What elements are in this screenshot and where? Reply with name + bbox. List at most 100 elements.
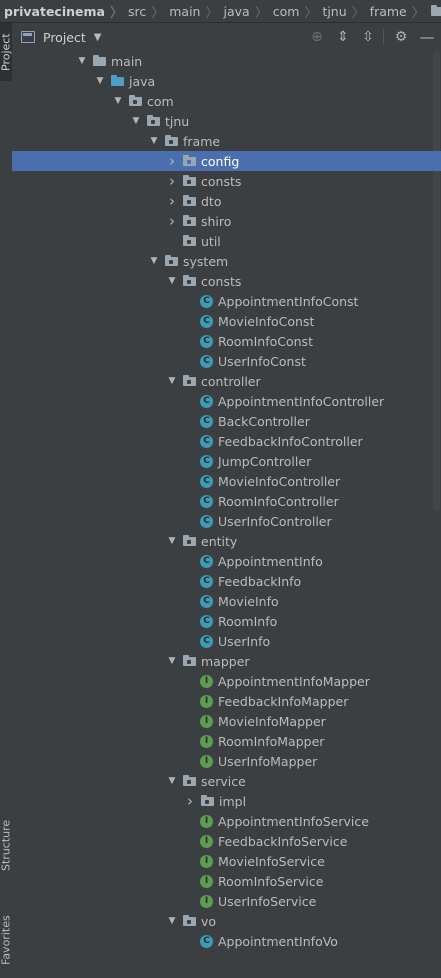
breadcrumb-item-src[interactable]: src 〉 bbox=[123, 2, 164, 21]
tree-node-RoomInfoConst[interactable]: ›CRoomInfoConst bbox=[12, 331, 441, 351]
tree-node-com[interactable]: ▼ com bbox=[12, 91, 441, 111]
chevron-down-icon[interactable]: ▼ bbox=[76, 51, 88, 71]
package-icon bbox=[182, 654, 196, 668]
tree-node-entity[interactable]: ▼ entity bbox=[12, 531, 441, 551]
tree-node-util[interactable]: ›util bbox=[12, 231, 441, 251]
breadcrumb-item-main[interactable]: main 〉 bbox=[164, 2, 218, 21]
tree-node-FeedbackInfoController[interactable]: ›CFeedbackInfoController bbox=[12, 431, 441, 451]
tree-node-AppointmentInfoVo[interactable]: ›CAppointmentInfoVo bbox=[12, 931, 441, 951]
tree-node-BackController[interactable]: ›CBackController bbox=[12, 411, 441, 431]
tree-node-UserInfoService[interactable]: ›IUserInfoService bbox=[12, 891, 441, 911]
tree-node-AppointmentInfoMapper[interactable]: ›IAppointmentInfoMapper bbox=[12, 671, 441, 691]
tree-node-consts[interactable]: › consts bbox=[12, 171, 441, 191]
chevron-right-icon[interactable]: › bbox=[166, 171, 178, 191]
chevron-down-icon[interactable]: ▼ bbox=[148, 131, 160, 151]
class-icon: C bbox=[200, 614, 213, 628]
chevron-down-icon[interactable]: ▼ bbox=[166, 531, 178, 551]
breadcrumb-label: src bbox=[127, 3, 147, 19]
tree-node-FeedbackInfoService[interactable]: ›IFeedbackInfoService bbox=[12, 831, 441, 851]
stripe-tab-favorites[interactable]: Favorites bbox=[0, 903, 13, 978]
tree-node-FeedbackInfo[interactable]: ›CFeedbackInfo bbox=[12, 571, 441, 591]
tree-node-vo[interactable]: ▼ vo bbox=[12, 911, 441, 931]
tree-node-JumpController[interactable]: ›CJumpController bbox=[12, 451, 441, 471]
chevron-down-icon[interactable]: ▼ bbox=[166, 271, 178, 291]
chevron-right-icon[interactable]: › bbox=[184, 791, 196, 811]
tree-node-controller[interactable]: ▼ controller bbox=[12, 371, 441, 391]
tree-node-shiro[interactable]: › shiro bbox=[12, 211, 441, 231]
chevron-down-icon[interactable]: ▼ bbox=[130, 111, 142, 131]
view-dropdown-arrow-icon[interactable]: ▼ bbox=[94, 32, 102, 43]
breadcrumb-item-java[interactable]: java 〉 bbox=[219, 2, 268, 21]
tree-node-label: AppointmentInfoVo bbox=[218, 933, 338, 949]
tree-node-tjnu[interactable]: ▼ tjnu bbox=[12, 111, 441, 131]
tree-node-UserInfoMapper[interactable]: ›IUserInfoMapper bbox=[12, 751, 441, 771]
tree-node-label: RoomInfoMapper bbox=[218, 733, 325, 749]
chevron-down-icon[interactable]: ▼ bbox=[166, 771, 178, 791]
tree-node-MovieInfoController[interactable]: ›CMovieInfoController bbox=[12, 471, 441, 491]
chevron-right-icon[interactable]: › bbox=[166, 191, 178, 211]
tree-node-consts[interactable]: ▼ consts bbox=[12, 271, 441, 291]
chevron-down-icon[interactable]: ▼ bbox=[166, 911, 178, 931]
chevron-down-icon[interactable]: ▼ bbox=[112, 91, 124, 111]
tree-node-MovieInfoService[interactable]: ›IMovieInfoService bbox=[12, 851, 441, 871]
chevron-down-icon[interactable]: ▼ bbox=[94, 71, 106, 91]
chevron-right-icon[interactable]: › bbox=[166, 211, 178, 231]
package-icon bbox=[164, 254, 178, 268]
tree-node-MovieInfo[interactable]: ›CMovieInfo bbox=[12, 591, 441, 611]
tree-node-label: MovieInfoService bbox=[218, 853, 325, 869]
breadcrumb-item-com[interactable]: com 〉 bbox=[268, 2, 318, 21]
tree-node-label: AppointmentInfoService bbox=[218, 813, 369, 829]
tree-node-RoomInfoController[interactable]: ›CRoomInfoController bbox=[12, 491, 441, 511]
class-icon: C bbox=[200, 554, 213, 568]
project-tree[interactable]: ▼ main ▼ java ▼ com ▼ tjnu ▼ frame › config › consts ›… bbox=[12, 51, 441, 957]
tree-node-frame[interactable]: ▼ frame bbox=[12, 131, 441, 151]
stripe-tab-structure[interactable]: Structure bbox=[0, 798, 13, 893]
breadcrumb-item-tjnu[interactable]: tjnu 〉 bbox=[317, 2, 364, 21]
tree-node-label: RoomInfo bbox=[218, 613, 278, 629]
tree-node-config[interactable]: › config bbox=[12, 151, 441, 171]
tree-node-dto[interactable]: › dto bbox=[12, 191, 441, 211]
breadcrumb-item-frame[interactable]: frame 〉 bbox=[365, 2, 425, 21]
tree-node-RoomInfoMapper[interactable]: ›IRoomInfoMapper bbox=[12, 731, 441, 751]
tree-node-UserInfoConst[interactable]: ›CUserInfoConst bbox=[12, 351, 441, 371]
package-dot bbox=[187, 380, 191, 384]
chevron-right-icon[interactable]: › bbox=[166, 151, 178, 171]
tree-node-java[interactable]: ▼ java bbox=[12, 71, 441, 91]
hide-icon[interactable]: — bbox=[417, 27, 437, 47]
tree-node-RoomInfoService[interactable]: ›IRoomInfoService bbox=[12, 871, 441, 891]
tree-node-AppointmentInfoService[interactable]: ›IAppointmentInfoService bbox=[12, 811, 441, 831]
tree-node-AppointmentInfo[interactable]: ›CAppointmentInfo bbox=[12, 551, 441, 571]
locate-icon[interactable]: ⊕ bbox=[307, 27, 327, 47]
chevron-down-icon[interactable]: ▼ bbox=[166, 371, 178, 391]
expand-all-icon[interactable]: ⇕ bbox=[333, 27, 353, 47]
tree-node-label: controller bbox=[201, 373, 261, 389]
chevron-down-icon[interactable]: ▼ bbox=[148, 251, 160, 271]
gear-icon[interactable]: ⚙ bbox=[391, 27, 411, 47]
tree-node-MovieInfoConst[interactable]: ›CMovieInfoConst bbox=[12, 311, 441, 331]
tree-node-main[interactable]: ▼ main bbox=[12, 51, 441, 71]
class-icon: C bbox=[200, 334, 213, 348]
tree-node-label: system bbox=[183, 253, 229, 269]
project-view-title[interactable]: Project bbox=[43, 30, 86, 45]
tree-node-mapper[interactable]: ▼ mapper bbox=[12, 651, 441, 671]
package-dot bbox=[187, 780, 191, 784]
breadcrumb-label: com bbox=[272, 3, 300, 19]
tree-node-label: UserInfoService bbox=[218, 893, 317, 909]
tree-node-service[interactable]: ▼ service bbox=[12, 771, 441, 791]
tree-node-MovieInfoMapper[interactable]: ›IMovieInfoMapper bbox=[12, 711, 441, 731]
tree-node-label: AppointmentInfo bbox=[218, 553, 323, 569]
tree-node-UserInfo[interactable]: ›CUserInfo bbox=[12, 631, 441, 651]
chevron-down-icon[interactable]: ▼ bbox=[166, 651, 178, 671]
tree-node-UserInfoController[interactable]: ›CUserInfoController bbox=[12, 511, 441, 531]
stripe-tab-project[interactable]: Project bbox=[0, 23, 13, 81]
tree-node-FeedbackInfoMapper[interactable]: ›IFeedbackInfoMapper bbox=[12, 691, 441, 711]
breadcrumb-item-config[interactable]: config bbox=[425, 4, 441, 19]
tree-node-AppointmentInfoConst[interactable]: ›CAppointmentInfoConst bbox=[12, 291, 441, 311]
collapse-all-icon[interactable]: ⇳ bbox=[358, 27, 378, 47]
breadcrumb-item-privatecinema[interactable]: privatecinema 〉 bbox=[0, 2, 123, 21]
tree-node-RoomInfo[interactable]: ›CRoomInfo bbox=[12, 611, 441, 631]
class-icon: C bbox=[200, 354, 213, 368]
tree-node-impl[interactable]: › impl bbox=[12, 791, 441, 811]
tree-node-system[interactable]: ▼ system bbox=[12, 251, 441, 271]
tree-node-AppointmentInfoController[interactable]: ›CAppointmentInfoController bbox=[12, 391, 441, 411]
